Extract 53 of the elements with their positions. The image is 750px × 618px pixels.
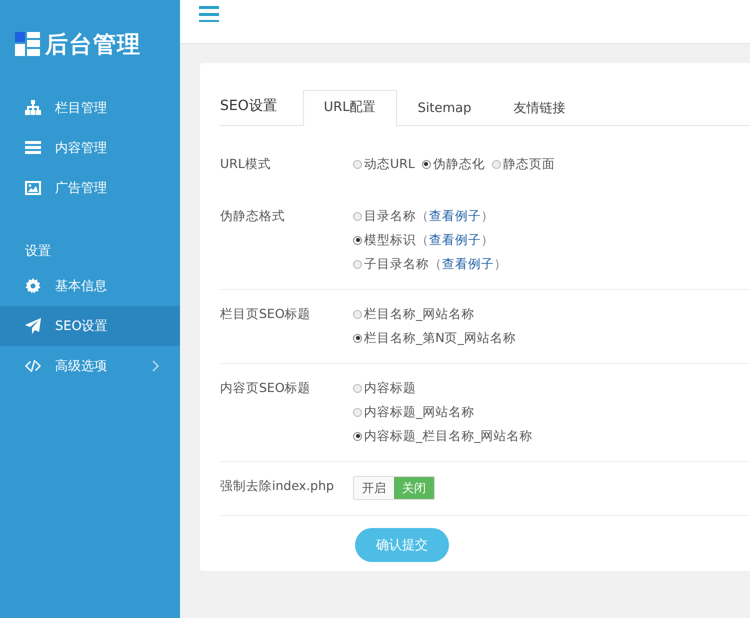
sidebar-item[interactable]: SEO设置 [0,306,180,346]
option-label[interactable]: 子目录名称 [364,254,429,274]
option-label[interactable]: 伪静态化 [432,154,485,174]
menu-icon[interactable] [199,6,219,22]
radio-button[interactable] [353,260,362,268]
parenthesis: ） [481,231,494,249]
option-label[interactable]: 内容标题_网站名称 [364,402,474,422]
radio-button[interactable] [353,432,362,440]
option-label[interactable]: 静态页面 [502,154,555,174]
radio-button[interactable] [353,334,362,342]
example-link[interactable]: 查看例子 [429,230,481,250]
chevron-right-icon [152,360,160,372]
tab[interactable]: Sitemap [396,91,492,126]
code-icon [25,358,41,374]
logo-icon [15,31,41,57]
field-label: 伪静态格式 [220,207,286,225]
parenthesis: ） [494,255,507,273]
option-label[interactable]: 动态URL [364,154,415,174]
field-label: 内容页SEO标题 [220,379,312,397]
panel-title: SEO设置 [220,96,277,114]
section-heading: 设置 [24,243,52,261]
option-label[interactable]: 栏目名称_第N页_网站名称 [364,328,516,348]
sitemap-icon [25,100,41,116]
example-link[interactable]: 查看例子 [442,254,494,274]
field-label: 栏目页SEO标题 [220,305,312,323]
parenthesis: （ [416,207,429,225]
radio-button[interactable] [353,160,362,168]
field-label: 强制去除index.php [220,477,335,495]
logo: 后台管理 [45,30,141,60]
parenthesis: ） [481,207,494,225]
list-icon [25,140,41,156]
parenthesis: （ [416,231,429,249]
field-label: URL模式 [220,155,272,173]
option-label[interactable]: 内容标题_栏目名称_网站名称 [364,426,532,446]
tab[interactable]: URL配置 [302,90,397,126]
radio-button[interactable] [422,160,431,168]
option-label[interactable]: 目录名称 [364,206,416,226]
radio-button[interactable] [353,236,362,244]
option-label[interactable]: 栏目名称_网站名称 [364,304,474,324]
paper-plane-icon [25,318,41,334]
radio-button[interactable] [353,408,362,416]
image-icon [25,180,41,196]
radio-button[interactable] [353,212,362,220]
example-link[interactable]: 查看例子 [429,206,481,226]
option-label[interactable]: 模型标识 [364,230,416,250]
radio-button[interactable] [353,310,362,318]
radio-button[interactable] [353,384,362,392]
parenthesis: （ [429,255,442,273]
radio-button[interactable] [492,160,501,168]
option-label[interactable]: 内容标题 [364,378,416,398]
tab[interactable]: 友情链接 [492,91,586,126]
toggle-button[interactable]: 开启 [354,477,394,499]
settings-icon [25,278,41,294]
